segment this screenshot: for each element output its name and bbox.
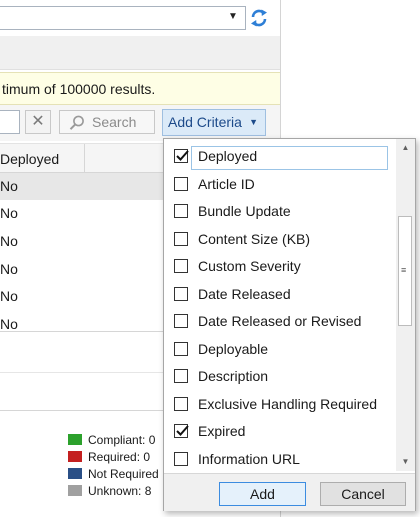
criteria-item-label: Deployed <box>198 148 258 164</box>
search-input[interactable] <box>0 110 20 134</box>
criteria-item-label: Article ID <box>198 176 255 192</box>
checkbox[interactable] <box>174 342 188 356</box>
legend-item-unknown: Unknown: 8 <box>68 483 151 499</box>
criteria-item-deployed[interactable]: Deployed <box>164 143 398 170</box>
legend-swatch <box>68 451 82 462</box>
criteria-list: Deployed Article ID Bundle Update Conten… <box>164 139 398 471</box>
refresh-icon[interactable] <box>247 6 271 30</box>
search-icon <box>68 114 86 138</box>
scroll-up-icon[interactable]: ▲ <box>396 139 415 157</box>
criteria-item-label: Content Size (KB) <box>198 231 311 247</box>
criteria-item-label: Custom Severity <box>198 258 301 274</box>
criteria-item-description[interactable]: Description <box>164 363 398 390</box>
clear-button[interactable]: ✕ <box>25 110 51 134</box>
criteria-item-article-id[interactable]: Article ID <box>164 171 398 198</box>
criteria-item-label: Exclusive Handling Required <box>198 396 377 412</box>
checkbox[interactable] <box>174 424 189 438</box>
scroll-down-icon[interactable]: ▼ <box>396 453 415 471</box>
checkbox[interactable] <box>174 232 188 246</box>
criteria-item-date-released-or-revised[interactable]: Date Released or Revised <box>164 308 398 335</box>
legend-label: Compliant: 0 <box>88 433 156 447</box>
chevron-down-icon: ▼ <box>249 117 258 127</box>
checkbox[interactable] <box>174 149 189 163</box>
checkbox[interactable] <box>174 259 188 273</box>
checkbox[interactable] <box>174 177 188 191</box>
criteria-item-expired[interactable]: Expired <box>164 418 398 445</box>
close-icon: ✕ <box>31 113 45 130</box>
toolbar-band <box>0 36 280 70</box>
legend-item-required: Required: 0 <box>68 449 150 465</box>
checkbox[interactable] <box>174 314 188 328</box>
collection-combobox[interactable] <box>0 6 246 30</box>
column-header-deployed[interactable]: Deployed <box>0 144 85 173</box>
checkbox[interactable] <box>174 287 188 301</box>
criteria-popup: Deployed Article ID Bundle Update Conten… <box>163 138 416 511</box>
legend-item-not-required: Not Required <box>68 466 159 482</box>
grip-icon: ≡ <box>401 265 407 275</box>
criteria-item-custom-severity[interactable]: Custom Severity <box>164 253 398 280</box>
legend-swatch <box>68 434 82 445</box>
criteria-item-label: Date Released <box>198 286 291 302</box>
cancel-button[interactable]: Cancel <box>320 482 406 506</box>
search-button-label: Search <box>92 114 137 130</box>
scrollbar-thumb[interactable]: ≡ <box>398 216 412 326</box>
legend-label: Unknown: 8 <box>88 484 152 498</box>
popup-footer: Add Cancel <box>164 473 415 511</box>
dropdown-arrow-icon[interactable]: ▼ <box>222 6 244 28</box>
criteria-item-label: Information URL <box>198 451 300 467</box>
legend-label: Required: 0 <box>88 450 151 464</box>
checkbox[interactable] <box>174 369 188 383</box>
add-button[interactable]: Add <box>219 482 306 506</box>
legend-item-compliant: Compliant: 0 <box>68 432 155 448</box>
add-criteria-label: Add Criteria <box>168 114 242 130</box>
search-button[interactable]: Search <box>59 110 155 134</box>
criteria-item-label: Deployable <box>198 341 269 357</box>
add-criteria-button[interactable]: Add Criteria ▼ <box>162 109 266 136</box>
criteria-item-label: Expired <box>198 423 246 439</box>
criteria-item-information-url[interactable]: Information URL <box>164 446 398 471</box>
legend-label: Not Required <box>88 467 159 481</box>
legend-swatch <box>68 485 82 496</box>
criteria-item-deployable[interactable]: Deployable <box>164 336 398 363</box>
vertical-scrollbar[interactable]: ▲ ≡ ▼ <box>396 139 415 471</box>
results-notice: timum of 100000 results. <box>0 72 280 105</box>
checkbox[interactable] <box>174 397 188 411</box>
criteria-item-exclusive-handling-required[interactable]: Exclusive Handling Required <box>164 391 398 418</box>
checkbox[interactable] <box>174 452 188 466</box>
legend-swatch <box>68 468 82 479</box>
criteria-item-label: Bundle Update <box>198 203 291 219</box>
criteria-item-label: Date Released or Revised <box>198 313 362 329</box>
criteria-item-label: Description <box>198 368 269 384</box>
criteria-item-content-size[interactable]: Content Size (KB) <box>164 226 398 253</box>
checkbox[interactable] <box>174 204 188 218</box>
criteria-item-date-released[interactable]: Date Released <box>164 281 398 308</box>
criteria-item-bundle-update[interactable]: Bundle Update <box>164 198 398 225</box>
